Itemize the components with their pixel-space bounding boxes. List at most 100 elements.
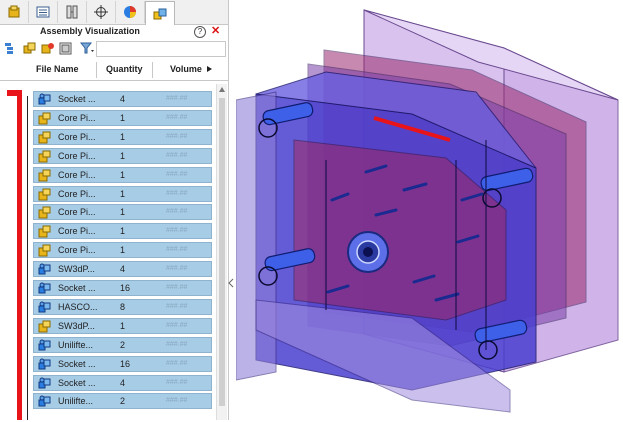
quantity-cell: 1 [120, 245, 126, 256]
volume-cell: ###.## [166, 189, 188, 197]
part-icon [38, 206, 51, 219]
quantity-cell: 1 [120, 207, 126, 218]
part-icon [38, 112, 51, 125]
column-volume[interactable]: Volume [170, 64, 202, 74]
quantity-cell: 4 [120, 264, 126, 275]
table-row[interactable]: Socket ... 4 ###.## [33, 91, 212, 107]
vertical-scrollbar[interactable] [216, 84, 227, 420]
color-part-icon [41, 42, 54, 53]
panel-splitter[interactable] [228, 276, 235, 290]
table-row[interactable]: Core Pi... 1 ###.## [33, 147, 212, 164]
part-icon [38, 244, 51, 257]
dimxpert-tab[interactable] [87, 1, 116, 23]
table-row[interactable]: SW3dP... 4 ###.## [33, 261, 212, 278]
quantity-cell: 2 [120, 396, 126, 407]
table-row[interactable]: Core Pi... 1 ###.## [33, 242, 212, 259]
graphics-viewport[interactable] [235, 0, 623, 420]
assembly-icon [153, 8, 167, 19]
table-row[interactable]: Core Pi... 1 ###.## [33, 109, 212, 126]
volume-cell: ###.## [166, 95, 188, 102]
volume-cell: ###.## [166, 265, 188, 273]
volume-cell: ###.## [166, 170, 188, 178]
part-filter-button[interactable] [22, 41, 36, 55]
quantity-cell: 4 [120, 94, 126, 104]
volume-marker-bar [17, 90, 22, 420]
volume-cell: ###.## [166, 321, 188, 329]
column-divider[interactable] [152, 62, 153, 78]
file-name-cell: Socket ... [58, 283, 96, 293]
table-row[interactable]: Socket ... 16 ###.## [33, 280, 212, 296]
config-icon [66, 5, 78, 19]
help-button[interactable]: ? [194, 26, 206, 38]
volume-cell: ###.## [166, 378, 188, 386]
scrollbar-thumb[interactable] [219, 98, 225, 406]
close-button[interactable]: ✕ [211, 24, 220, 37]
quantity-cell: 16 [120, 358, 131, 369]
table-row[interactable]: Unilifte... 2 ###.## [33, 336, 212, 353]
quantity-cell: 1 [120, 226, 126, 237]
file-name-cell: Core Pi... [58, 188, 96, 199]
file-name-cell: SW3dP... [58, 264, 95, 275]
column-file-name[interactable]: File Name [36, 64, 79, 74]
column-divider[interactable] [96, 62, 97, 78]
mold-assembly-model [235, 9, 619, 413]
volume-cell: ###.## [166, 340, 188, 348]
column-quantity[interactable]: Quantity [106, 64, 143, 74]
table-row[interactable]: Core Pi... 1 ###.## [33, 166, 212, 183]
display-manager-tab[interactable] [116, 1, 145, 23]
file-name-cell: Core Pi... [58, 150, 96, 161]
quantity-cell: 2 [120, 339, 126, 350]
part-stack-icon [23, 42, 35, 53]
assembly-icon [38, 358, 51, 370]
property-manager-tab[interactable] [29, 1, 58, 23]
part-icon [38, 188, 51, 200]
file-name-cell: HASCO... [58, 301, 98, 312]
filter-input[interactable] [96, 41, 226, 57]
table-row[interactable]: Core Pi... 1 ###.## [33, 223, 212, 240]
table-row[interactable]: Unilifte... 2 ###.## [33, 393, 212, 410]
quantity-cell: 8 [120, 301, 126, 312]
table-row[interactable]: Socket ... 4 ###.## [33, 374, 212, 391]
quantity-cell: 16 [120, 283, 131, 293]
list-icon [36, 6, 50, 18]
quantity-cell: 1 [120, 169, 126, 180]
assembly-filter-button[interactable] [58, 41, 72, 55]
file-name-cell: Core Pi... [58, 131, 96, 142]
assembly-icon [38, 93, 51, 105]
quantity-cell: 1 [120, 150, 126, 161]
column-header: File Name Quantity Volume [0, 60, 228, 81]
volume-cell: ###.## [166, 397, 188, 405]
file-name-cell: Core Pi... [58, 207, 96, 218]
scroll-up-arrow-icon[interactable] [219, 87, 225, 92]
assembly-icon [38, 377, 51, 388]
table-row[interactable]: Socket ... 16 ###.## [33, 355, 212, 372]
assembly-icon [38, 282, 51, 294]
configuration-manager-tab[interactable] [58, 1, 87, 23]
assembly-icon [38, 263, 51, 275]
assembly-icon [38, 339, 51, 351]
table-row[interactable]: HASCO... 8 ###.## [33, 298, 212, 315]
table-row[interactable]: Core Pi... 1 ###.## [33, 185, 212, 202]
assembly-visualization-tab[interactable] [145, 1, 175, 25]
assembly-icon [38, 395, 51, 407]
feature-manager-tab[interactable] [0, 1, 29, 23]
table-row[interactable]: Core Pi... 1 ###.## [33, 204, 212, 221]
file-name-cell: Unilifte... [58, 339, 94, 350]
tree-view-icon [4, 42, 13, 54]
volume-cell: ###.## [166, 227, 188, 235]
sort-arrow-icon[interactable] [207, 66, 212, 72]
color-parts-button[interactable] [40, 41, 54, 55]
part-icon [38, 131, 51, 144]
file-name-cell: Socket ... [58, 94, 96, 104]
tree-view-button[interactable] [3, 41, 17, 55]
filter-dropdown[interactable] [80, 41, 94, 55]
part-icon [38, 150, 51, 163]
volume-cell: ###.## [166, 284, 188, 291]
quantity-cell: 1 [120, 188, 126, 199]
part-icon [38, 225, 51, 238]
table-row[interactable]: SW3dP... 1 ###.## [33, 317, 212, 334]
panel-title: Assembly Visualization [40, 26, 140, 36]
table-row[interactable]: Core Pi... 1 ###.## [33, 128, 212, 145]
panel-title-bar: Assembly Visualization ? ✕ [0, 25, 228, 39]
file-name-cell: Unilifte... [58, 396, 94, 407]
